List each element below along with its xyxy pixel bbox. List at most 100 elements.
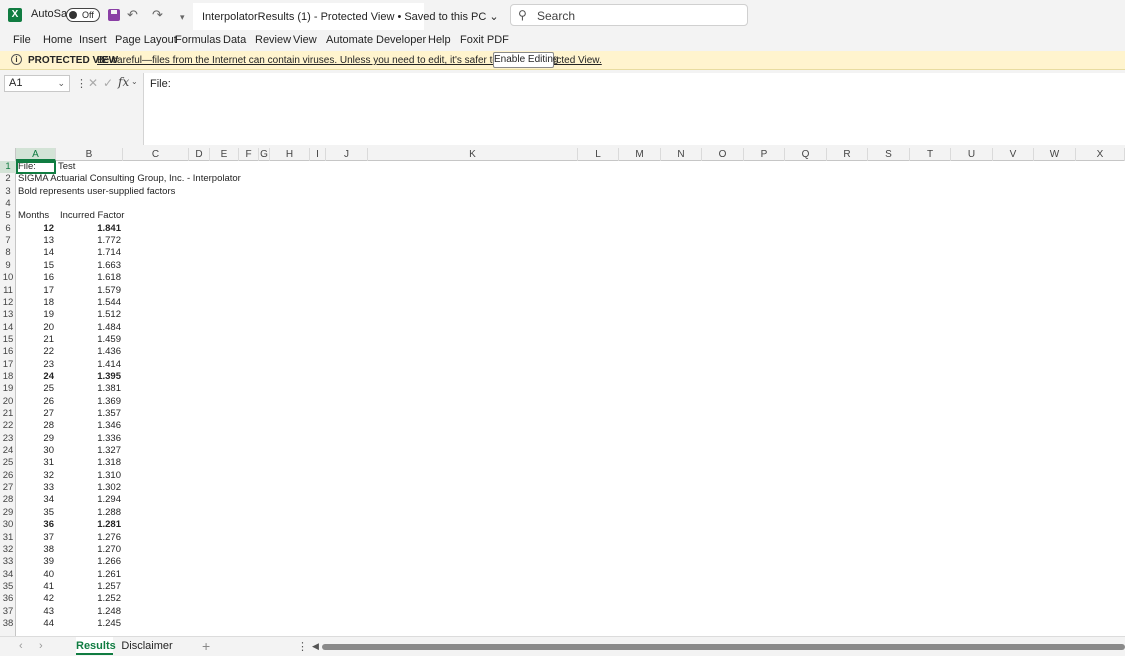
incurred-factor-cell[interactable]: 1.270 <box>56 544 121 556</box>
menu-developer[interactable]: Developer <box>376 34 426 46</box>
menu-home[interactable]: Home <box>43 34 72 46</box>
menu-foxit-pdf[interactable]: Foxit PDF <box>460 34 509 46</box>
months-cell[interactable]: 15 <box>16 260 54 272</box>
save-icon[interactable] <box>108 9 120 21</box>
incurred-factor-cell[interactable]: 1.302 <box>56 482 121 494</box>
row-header-23[interactable]: 23 <box>0 433 16 445</box>
menu-automate[interactable]: Automate <box>326 34 373 46</box>
months-cell[interactable]: 42 <box>16 593 54 605</box>
chevron-down-icon[interactable]: ⌄ <box>57 76 65 91</box>
incurred-factor-cell[interactable]: 1.248 <box>56 606 121 618</box>
column-header-t[interactable]: T <box>910 148 951 161</box>
months-cell[interactable]: 12 <box>16 223 54 235</box>
incurred-factor-cell[interactable]: 1.276 <box>56 532 121 544</box>
row-header-7[interactable]: 7 <box>0 235 16 247</box>
incurred-factor-cell[interactable]: 1.841 <box>56 223 121 235</box>
months-cell[interactable]: 31 <box>16 457 54 469</box>
menu-review[interactable]: Review <box>255 34 291 46</box>
column-header-w[interactable]: W <box>1034 148 1076 161</box>
incurred-factor-cell[interactable]: 1.318 <box>56 457 121 469</box>
cell-a5[interactable]: Months <box>18 210 49 222</box>
row-header-11[interactable]: 11 <box>0 285 16 297</box>
menu-insert[interactable]: Insert <box>79 34 107 46</box>
menu-data[interactable]: Data <box>223 34 246 46</box>
row-header-34[interactable]: 34 <box>0 569 16 581</box>
incurred-factor-cell[interactable]: 1.288 <box>56 507 121 519</box>
row-header-16[interactable]: 16 <box>0 346 16 358</box>
months-cell[interactable]: 40 <box>16 569 54 581</box>
column-header-q[interactable]: Q <box>785 148 827 161</box>
column-header-d[interactable]: D <box>189 148 210 161</box>
incurred-factor-cell[interactable]: 1.395 <box>56 371 121 383</box>
row-header-27[interactable]: 27 <box>0 482 16 494</box>
row-header-35[interactable]: 35 <box>0 581 16 593</box>
cell-a2[interactable]: SIGMA Actuarial Consulting Group, Inc. -… <box>18 173 241 185</box>
previous-sheet-icon[interactable]: ‹ <box>19 640 23 652</box>
incurred-factor-cell[interactable]: 1.663 <box>56 260 121 272</box>
incurred-factor-cell[interactable]: 1.436 <box>56 346 121 358</box>
incurred-factor-cell[interactable]: 1.369 <box>56 396 121 408</box>
row-header-24[interactable]: 24 <box>0 445 16 457</box>
menu-page-layout[interactable]: Page Layout <box>115 34 177 46</box>
column-header-j[interactable]: J <box>326 148 368 161</box>
months-cell[interactable]: 20 <box>16 322 54 334</box>
row-header-31[interactable]: 31 <box>0 532 16 544</box>
column-header-m[interactable]: M <box>619 148 661 161</box>
cancel-icon[interactable]: ✕ <box>88 76 98 90</box>
row-header-22[interactable]: 22 <box>0 420 16 432</box>
row-header-30[interactable]: 30 <box>0 519 16 531</box>
enable-editing-button[interactable]: Enable Editing <box>493 52 559 68</box>
row-header-3[interactable]: 3 <box>0 186 16 198</box>
row-header-32[interactable]: 32 <box>0 544 16 556</box>
row-header-25[interactable]: 25 <box>0 457 16 469</box>
row-header-5[interactable]: 5 <box>0 210 16 222</box>
column-header-k[interactable]: K <box>368 148 578 161</box>
column-header-l[interactable]: L <box>578 148 619 161</box>
column-header-n[interactable]: N <box>661 148 702 161</box>
row-header-10[interactable]: 10 <box>0 272 16 284</box>
row-header-33[interactable]: 33 <box>0 556 16 568</box>
row-header-20[interactable]: 20 <box>0 396 16 408</box>
scroll-left-icon[interactable]: ◀ <box>312 641 319 652</box>
incurred-factor-cell[interactable]: 1.414 <box>56 359 121 371</box>
row-header-13[interactable]: 13 <box>0 309 16 321</box>
redo-icon[interactable]: ↷ <box>152 7 163 23</box>
incurred-factor-cell[interactable]: 1.346 <box>56 420 121 432</box>
spreadsheet-grid[interactable]: A B C D E F G H I J K L M N O P Q R S T … <box>0 148 1125 636</box>
incurred-factor-cell[interactable]: 1.618 <box>56 272 121 284</box>
months-cell[interactable]: 23 <box>16 359 54 371</box>
column-header-f[interactable]: F <box>239 148 259 161</box>
incurred-factor-cell[interactable]: 1.252 <box>56 593 121 605</box>
row-header-9[interactable]: 9 <box>0 260 16 272</box>
add-sheet-icon[interactable]: + <box>202 638 210 654</box>
row-header-12[interactable]: 12 <box>0 297 16 309</box>
column-header-s[interactable]: S <box>868 148 910 161</box>
menu-help[interactable]: Help <box>428 34 451 46</box>
months-cell[interactable]: 27 <box>16 408 54 420</box>
column-header-v[interactable]: V <box>993 148 1034 161</box>
incurred-factor-cell[interactable]: 1.357 <box>56 408 121 420</box>
months-cell[interactable]: 25 <box>16 383 54 395</box>
row-header-6[interactable]: 6 <box>0 223 16 235</box>
document-title[interactable]: InterpolatorResults (1) - Protected View… <box>193 3 499 30</box>
months-cell[interactable]: 26 <box>16 396 54 408</box>
incurred-factor-cell[interactable]: 1.512 <box>56 309 121 321</box>
months-cell[interactable]: 33 <box>16 482 54 494</box>
incurred-factor-cell[interactable]: 1.459 <box>56 334 121 346</box>
row-header-38[interactable]: 38 <box>0 618 16 630</box>
column-header-i[interactable]: I <box>310 148 326 161</box>
row-header-2[interactable]: 2 <box>0 173 16 185</box>
months-cell[interactable]: 19 <box>16 309 54 321</box>
search-input[interactable]: ⚲ Search <box>510 4 748 26</box>
column-header-p[interactable]: P <box>744 148 785 161</box>
row-header-18[interactable]: 18 <box>0 371 16 383</box>
months-cell[interactable]: 34 <box>16 494 54 506</box>
more-options-icon[interactable]: ⋮ <box>297 640 308 653</box>
incurred-factor-cell[interactable]: 1.336 <box>56 433 121 445</box>
row-header-29[interactable]: 29 <box>0 507 16 519</box>
months-cell[interactable]: 24 <box>16 371 54 383</box>
incurred-factor-cell[interactable]: 1.544 <box>56 297 121 309</box>
months-cell[interactable]: 36 <box>16 519 54 531</box>
column-header-b[interactable]: B <box>56 148 123 161</box>
months-cell[interactable]: 43 <box>16 606 54 618</box>
